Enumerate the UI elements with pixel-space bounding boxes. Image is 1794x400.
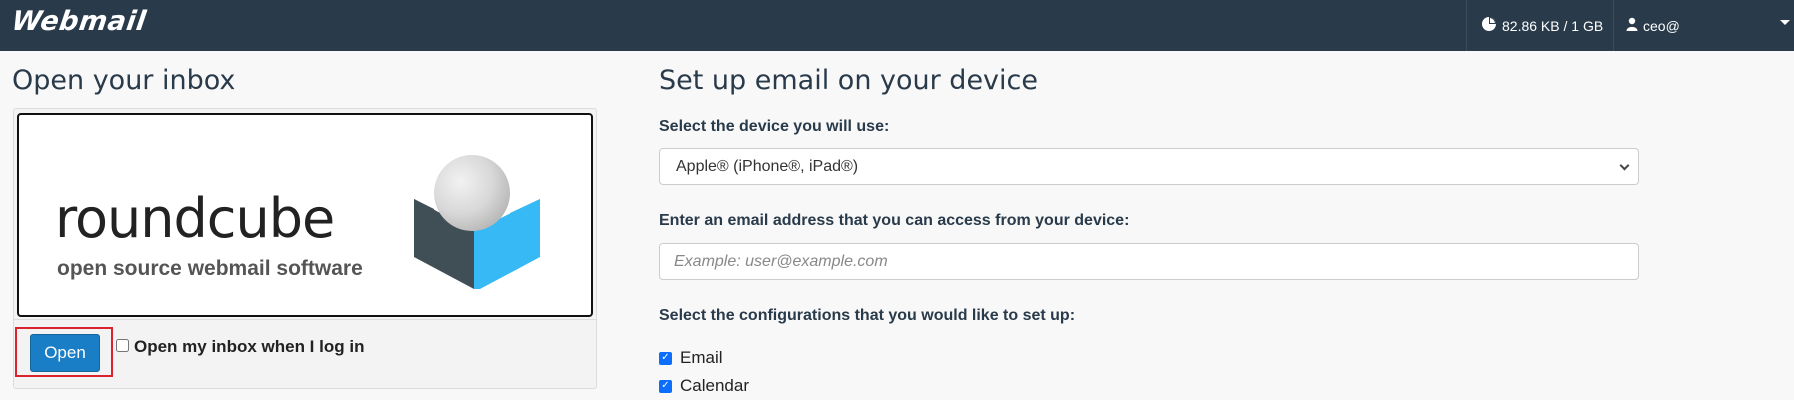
- email-checkbox[interactable]: ✓: [659, 351, 672, 365]
- open-inbox-heading: Open your inbox: [12, 65, 236, 96]
- email-input[interactable]: [659, 243, 1639, 280]
- setup-email-heading: Set up email on your device: [659, 65, 1038, 96]
- disk-usage[interactable]: 82.86 KB / 1 GB: [1466, 0, 1613, 51]
- config-email-option[interactable]: ✓ Email: [659, 348, 723, 368]
- device-select[interactable]: Apple® (iPhone®, iPad®): [659, 148, 1639, 185]
- open-button[interactable]: Open: [30, 334, 100, 372]
- roundcube-cube-icon: [414, 155, 540, 289]
- config-calendar-option[interactable]: ✓ Calendar: [659, 376, 749, 396]
- inbox-panel: roundcube open source webmail software O…: [13, 108, 597, 389]
- open-button-highlight: Open: [15, 327, 113, 377]
- calendar-checkbox[interactable]: ✓: [659, 379, 672, 393]
- roundcube-logo-tagline: open source webmail software: [57, 257, 363, 280]
- pie-chart-icon: [1481, 16, 1497, 35]
- email-label: Enter an email address that you can acce…: [659, 212, 1130, 229]
- top-bar: Webmail 82.86 KB / 1 GB ceo@: [0, 0, 1794, 51]
- auto-open-checkbox[interactable]: [116, 339, 129, 352]
- inbox-panel-footer: Open Open my inbox when I log in: [14, 319, 596, 388]
- device-label: Select the device you will use:: [659, 118, 890, 135]
- chevron-down-icon: [1619, 160, 1630, 171]
- roundcube-logo-word: roundcube: [55, 187, 335, 250]
- disk-usage-text: 82.86 KB / 1 GB: [1502, 17, 1604, 34]
- webmail-logo[interactable]: Webmail: [10, 6, 148, 37]
- auto-open-option[interactable]: Open my inbox when I log in: [116, 337, 364, 357]
- chevron-down-icon: [1780, 20, 1790, 25]
- config-calendar-label: Calendar: [680, 376, 749, 395]
- auto-open-label: Open my inbox when I log in: [134, 337, 365, 356]
- roundcube-logo[interactable]: roundcube open source webmail software: [17, 113, 593, 317]
- user-icon: [1626, 17, 1638, 34]
- config-email-label: Email: [680, 348, 723, 367]
- config-label: Select the configurations that you would…: [659, 307, 1076, 324]
- user-name: ceo@: [1643, 17, 1680, 34]
- user-menu[interactable]: ceo@: [1613, 0, 1794, 51]
- device-select-value: Apple® (iPhone®, iPad®): [676, 157, 859, 175]
